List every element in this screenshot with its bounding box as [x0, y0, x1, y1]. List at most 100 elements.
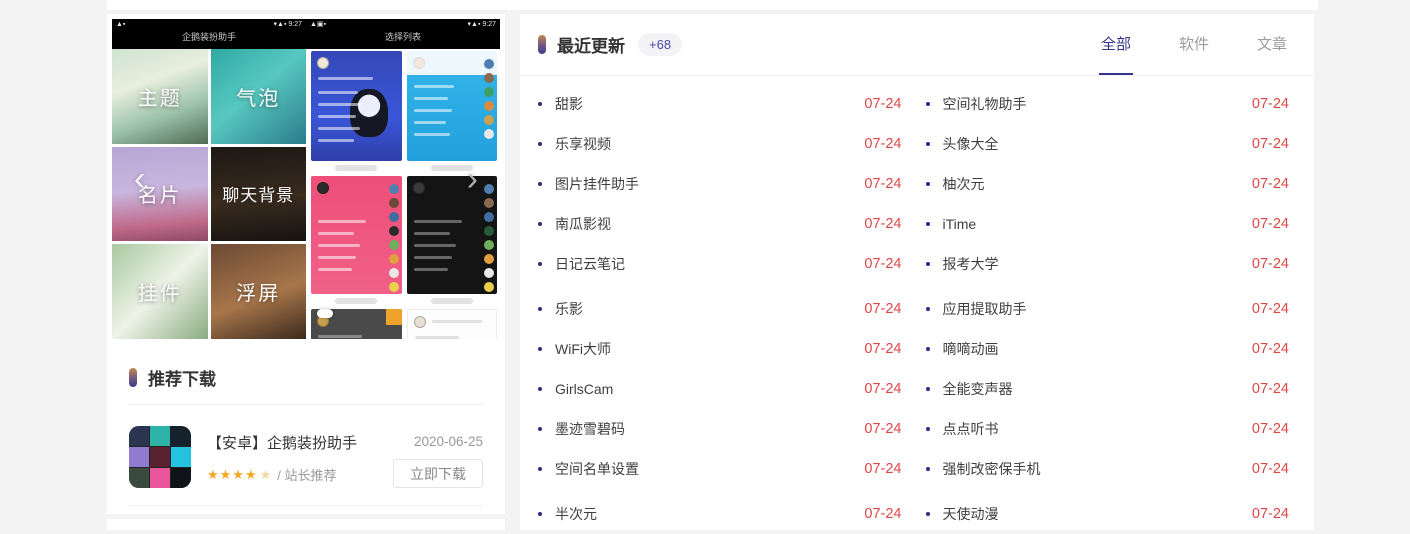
item-date: 07-24: [1242, 381, 1289, 397]
bullet-icon: [926, 307, 930, 311]
app-thumbnail[interactable]: [129, 426, 191, 488]
item-link[interactable]: 空间名单设置: [555, 459, 639, 479]
item-link[interactable]: 柚次元: [943, 174, 985, 194]
item-link[interactable]: 天使动漫: [943, 504, 999, 524]
tile-pendant: 挂件: [112, 244, 208, 339]
carousel-prev-icon[interactable]: ‹: [134, 162, 145, 196]
recent-updates-list: 甜影07-24 乐享视频07-24 图片挂件助手07-24 南瓜影视07-24 …: [520, 76, 1314, 534]
list-item[interactable]: 空间礼物助手 07-24: [926, 84, 1290, 124]
bullet-icon: [538, 427, 542, 431]
item-link[interactable]: 嘀嘀动画: [943, 339, 999, 359]
list-item[interactable]: 空间名单设置07-24: [538, 449, 902, 489]
list-item[interactable]: 图片挂件助手 07-24: [538, 164, 902, 204]
item-date: 07-24: [854, 256, 901, 272]
item-date: 07-24: [854, 136, 901, 152]
bullet-icon: [926, 222, 930, 226]
download-item-title[interactable]: 【安卓】企鹅装扮助手: [207, 432, 393, 453]
item-link[interactable]: WiFi大师: [555, 339, 611, 359]
list-item[interactable]: GirlsCam07-24: [538, 369, 902, 409]
list-item[interactable]: 嘀嘀动画07-24: [926, 329, 1290, 369]
item-link[interactable]: 强制改密保手机: [943, 459, 1041, 479]
carousel-next-icon[interactable]: ›: [467, 162, 478, 196]
item-date: 07-24: [1242, 256, 1289, 272]
item-date: 07-24: [1242, 96, 1289, 112]
screenshot-statusbar: ▲▪ ▾▲▪ 9:27 企鹅装扮助手 ▲▣▪ ▾▲▪ 9:27 选择列表: [112, 19, 500, 49]
list-item[interactable]: 全能变声器 07-24: [926, 369, 1290, 409]
list-item[interactable]: 甜影 07-24: [538, 84, 902, 124]
item-link[interactable]: iTime: [943, 216, 977, 232]
item-link[interactable]: 全能变声器: [943, 379, 1013, 399]
item-date: 07-24: [854, 216, 901, 232]
item-date: 07-24: [1242, 301, 1289, 317]
tab-software[interactable]: 软件: [1177, 14, 1211, 75]
item-link[interactable]: 墨迹雪碧码: [555, 419, 625, 439]
item-date: 07-24: [854, 176, 901, 192]
bullet-icon: [926, 182, 930, 186]
tab-articles[interactable]: 文章: [1255, 14, 1289, 75]
list-item[interactable]: 点点听书 07-24: [926, 409, 1290, 449]
bullet-icon: [538, 102, 542, 106]
list-item[interactable]: 南瓜影视 07-24: [538, 204, 902, 244]
list-item[interactable]: iTime07-24: [926, 204, 1290, 244]
bullet-icon: [926, 102, 930, 106]
star-half-icon: ★: [260, 467, 272, 483]
recent-updates-panel: 最近更新 +68 全部 软件 文章 甜影 07-24 乐享视频 07-24 图片挂件…: [520, 14, 1314, 530]
list-item[interactable]: 报考大学 07-24: [926, 244, 1290, 284]
list-item[interactable]: 头像大全07-24: [926, 124, 1290, 164]
item-link[interactable]: 乐影: [555, 299, 583, 319]
list-item[interactable]: 应用提取助手 07-24: [926, 289, 1290, 329]
notification-icons: ▲▪: [116, 20, 125, 29]
item-date: 07-24: [854, 96, 901, 112]
list-item[interactable]: 半次元 07-24: [538, 494, 902, 534]
mock-caption: [335, 165, 377, 171]
list-item[interactable]: 乐影 07-24: [538, 289, 902, 329]
tab-all[interactable]: 全部: [1099, 14, 1133, 75]
recommend-download-item[interactable]: 【安卓】企鹅装扮助手 ★★★★★ / 站长推荐 2020-06-25 立即下载: [129, 426, 483, 506]
notification-icons: ▲▣▪: [310, 20, 326, 29]
item-link[interactable]: 乐享视频: [555, 134, 611, 154]
bullet-icon: [538, 182, 542, 186]
phone-mock-blue: [311, 51, 402, 161]
item-date: 07-24: [1242, 461, 1289, 477]
promo-carousel[interactable]: ▲▪ ▾▲▪ 9:27 企鹅装扮助手 ▲▣▪ ▾▲▪ 9:27 选择列表 主题 …: [112, 19, 500, 339]
list-item[interactable]: 强制改密保手机 07-24: [926, 449, 1290, 489]
list-item[interactable]: 日记云笔记 07-24: [538, 244, 902, 284]
filter-tabs: 全部 软件 文章: [1055, 14, 1289, 75]
item-link[interactable]: GirlsCam: [555, 381, 613, 397]
item-date: 07-24: [854, 506, 901, 522]
tile-label: 挂件: [138, 277, 182, 306]
item-date: 07-24: [854, 341, 901, 357]
item-link[interactable]: 报考大学: [943, 254, 999, 274]
bullet-icon: [538, 307, 542, 311]
list-item[interactable]: 墨迹雪碧码 07-24: [538, 409, 902, 449]
list-item[interactable]: WiFi大师 07-24: [538, 329, 902, 369]
item-link[interactable]: 空间礼物助手: [943, 94, 1027, 114]
phone-mock-black: [407, 176, 498, 294]
item-link[interactable]: 头像大全: [943, 134, 999, 154]
bullet-icon: [538, 512, 542, 516]
tile-float-screen: 浮屏: [211, 244, 307, 339]
phone-mock-white: [407, 309, 498, 339]
item-link[interactable]: 甜影: [555, 94, 583, 114]
item-date: 07-24: [1242, 176, 1289, 192]
signal-battery-time: ▾▲▪ 9:27: [274, 20, 303, 29]
item-link[interactable]: 南瓜影视: [555, 214, 611, 234]
item-link[interactable]: 半次元: [555, 504, 597, 524]
list-item[interactable]: 天使动漫07-24: [926, 494, 1290, 534]
bullet-icon: [926, 387, 930, 391]
item-date: 07-24: [1242, 421, 1289, 437]
item-link[interactable]: 日记云笔记: [555, 254, 625, 274]
list-item[interactable]: 乐享视频 07-24: [538, 124, 902, 164]
item-date: 07-24: [854, 301, 901, 317]
new-count-badge: +68: [638, 33, 682, 56]
download-now-button[interactable]: 立即下载: [393, 459, 483, 488]
item-link[interactable]: 点点听书: [943, 419, 999, 439]
bullet-icon: [538, 347, 542, 351]
item-link[interactable]: 图片挂件助手: [555, 174, 639, 194]
recent-section-title: 最近更新: [557, 32, 625, 57]
list-item[interactable]: 柚次元 07-24: [926, 164, 1290, 204]
bullet-icon: [538, 222, 542, 226]
carousel-pagination-dot[interactable]: [317, 309, 333, 318]
item-link[interactable]: 应用提取助手: [943, 299, 1027, 319]
item-date: 07-24: [854, 421, 901, 437]
